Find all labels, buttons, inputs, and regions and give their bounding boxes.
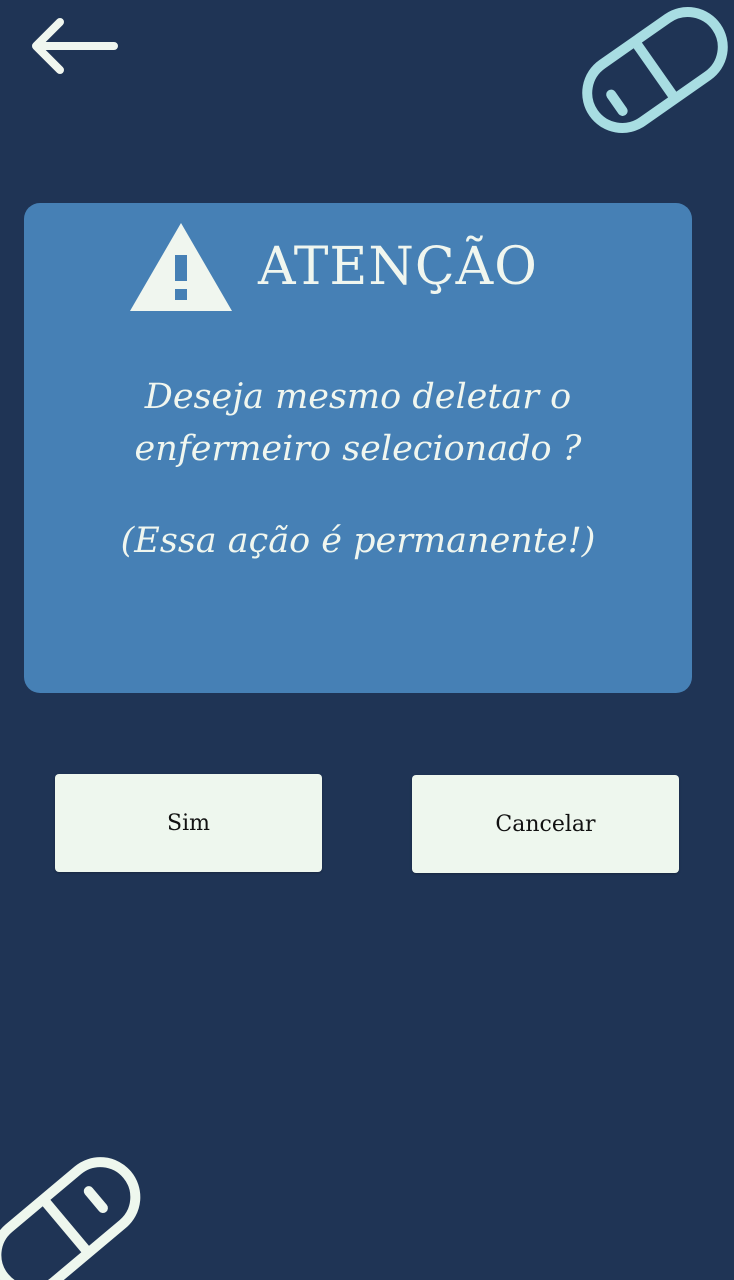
back-button[interactable] [22,12,126,82]
alert-title: ATENÇÃO [258,237,538,297]
warning-icon [130,223,232,311]
alert-header: ATENÇÃO [126,219,538,315]
alert-note: (Essa ação é permanente!) [120,521,596,561]
arrow-left-icon [32,18,118,74]
alert-dialog: ATENÇÃO Deseja mesmo deletar o enfermeir… [24,203,692,693]
confirm-button[interactable]: Sim [55,774,322,872]
alert-message: Deseja mesmo deletar o enfermeiro seleci… [134,377,582,469]
pill-icon [560,0,734,160]
cancel-button[interactable]: Cancelar [412,775,679,873]
pill-icon [0,1100,170,1280]
